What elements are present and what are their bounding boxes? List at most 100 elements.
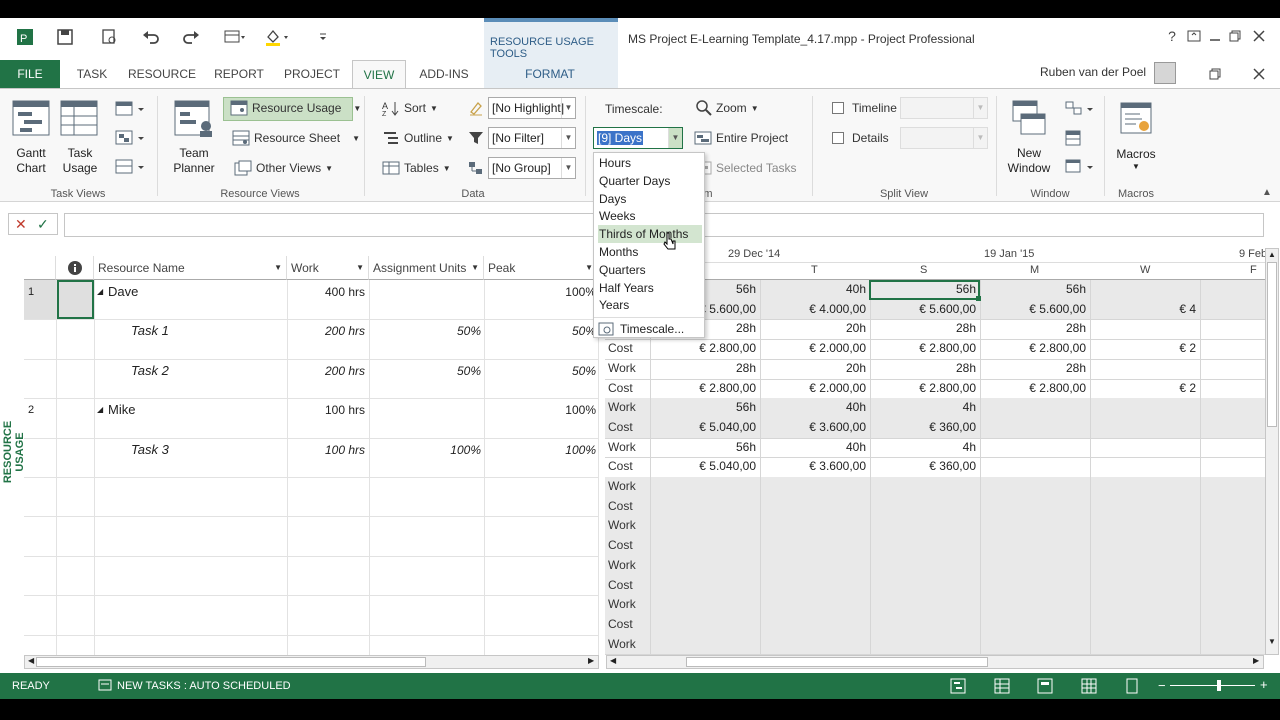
selected-tasks-button[interactable]: Selected Tasks [696,160,797,176]
resource-name-cell[interactable]: Dave [108,282,138,302]
select-all-corner[interactable] [24,256,56,280]
macros-icon[interactable] [1120,102,1152,139]
units-cell[interactable]: 50% [369,361,481,381]
units-cell[interactable] [369,400,481,420]
scroll-down-icon[interactable]: ▼ [1268,637,1276,646]
timescale-cell[interactable] [650,595,760,614]
timescale-cell[interactable] [1090,457,1200,476]
zoom-slider-track[interactable] [1170,685,1255,686]
chevron-down-icon[interactable]: ▼ [668,128,682,148]
timescale-cell[interactable] [760,615,870,634]
timescale-option[interactable]: Thirds of Months [598,225,702,244]
work-cell[interactable]: 100 hrs [287,440,365,460]
timescale-cell[interactable] [980,398,1090,417]
timescale-cell[interactable]: € 2.800,00 [650,339,760,358]
zoom-slider-thumb[interactable] [1217,680,1221,691]
avatar[interactable] [1154,62,1176,84]
timescale-option[interactable]: Hours [598,154,702,172]
timescale-cell[interactable] [650,556,760,575]
timescale-cell[interactable] [870,635,980,654]
new-window-button[interactable]: New Window [1004,146,1054,176]
timescale-cell[interactable] [760,595,870,614]
timescale-cell[interactable]: € 3.600,00 [760,457,870,476]
minimize-icon[interactable] [1204,26,1226,46]
sheet-scroll-thumb[interactable] [36,657,426,667]
tab-task[interactable]: TASK [70,60,114,88]
timescale-cell[interactable] [980,635,1090,654]
timescale-cell[interactable]: 28h [870,319,980,338]
timescale-dialog-item[interactable]: Timescale... [598,320,684,338]
timescale-cell[interactable] [760,536,870,555]
timescale-cell[interactable] [980,457,1090,476]
indicators-header[interactable] [56,256,94,280]
collapse-triangle-icon[interactable]: ◢ [97,282,103,302]
timescale-cell[interactable] [1090,477,1200,496]
timescale-cell[interactable] [980,516,1090,535]
timescale-cell[interactable] [980,615,1090,634]
timescale-cell[interactable] [870,536,980,555]
timescale-cell[interactable] [980,595,1090,614]
timescale-cell[interactable] [1090,398,1200,417]
tab-report[interactable]: REPORT [210,60,268,88]
details-dropdown[interactable]: ▼ [900,127,988,149]
timescale-cell[interactable] [870,556,980,575]
timescale-cell[interactable] [650,615,760,634]
group-dropdown[interactable]: [No Group] ▼ [488,157,576,179]
timescale-option[interactable]: Years [598,296,702,314]
task-usage-shortcut-icon[interactable] [994,678,1010,697]
work-cell[interactable]: 100 hrs [287,400,365,420]
timescale-cell[interactable] [980,418,1090,437]
doc-restore-icon[interactable] [1204,64,1226,84]
row-id[interactable]: 2 [28,400,52,420]
timescale-cell[interactable] [650,536,760,555]
timescale-cell[interactable] [870,516,980,535]
units-cell[interactable]: 100% [369,440,481,460]
timescale-cell[interactable]: € 2.800,00 [980,379,1090,398]
timescale-cell[interactable] [1090,497,1200,516]
gantt-chart-button[interactable]: Gantt Chart [10,146,52,176]
timescale-cell[interactable] [760,556,870,575]
peak-cell[interactable]: 50% [484,321,596,341]
save-icon[interactable] [52,24,78,50]
timescale-cell[interactable] [760,516,870,535]
units-cell[interactable] [369,282,481,302]
tab-format[interactable]: FORMAT [518,60,582,88]
macros-button[interactable]: Macros [1112,147,1160,161]
gantt-view-shortcut-icon[interactable] [950,678,966,697]
peak-cell[interactable]: 100% [484,282,596,302]
timescale-cell[interactable]: € 2.800,00 [980,339,1090,358]
customize-qat-icon[interactable] [310,24,336,50]
timescale-cell[interactable] [980,536,1090,555]
timescale-cell[interactable]: € 360,00 [870,457,980,476]
column-header-peak[interactable]: Peak ▼ [484,256,598,280]
timescale-cell[interactable]: € 5.040,00 [650,457,760,476]
timescale-cell[interactable]: 28h [980,319,1090,338]
timeline-dropdown[interactable]: ▼ [900,97,988,119]
timescale-cell[interactable]: 28h [650,359,760,378]
resource-name-cell[interactable]: Task 3 [131,440,169,460]
timescale-cell[interactable] [760,576,870,595]
task-usage-button[interactable]: Task Usage [58,146,102,176]
timescale-cell[interactable]: 28h [870,359,980,378]
scroll-left-icon[interactable]: ◀ [610,656,616,665]
timescale-cell[interactable] [760,477,870,496]
user-name[interactable]: Ruben van der Poel [1040,65,1146,79]
tab-file[interactable]: FILE [0,60,60,88]
timescale-option[interactable]: Days [598,190,702,208]
timescale-cell[interactable]: 4h [870,398,980,417]
fill-color-icon[interactable] [264,24,290,50]
peak-cell[interactable]: 50% [484,361,596,381]
timescale-cell[interactable]: 56h [980,280,1090,299]
row-id[interactable] [28,440,52,460]
timescale-cell[interactable]: 56h [650,438,760,457]
fill-handle[interactable] [976,296,981,301]
other-task-views-icon[interactable] [114,158,146,179]
timescale-cell[interactable]: € 2.800,00 [650,379,760,398]
resource-sheet-shortcut-icon[interactable] [1081,678,1097,697]
timescale-cell[interactable] [870,595,980,614]
tab-view[interactable]: VIEW [352,60,406,88]
scroll-right-icon[interactable]: ▶ [588,656,594,665]
column-header-assignment-units[interactable]: Assignment Units ▼ [369,256,484,280]
timescale-cell[interactable] [980,438,1090,457]
work-cell[interactable]: 200 hrs [287,321,365,341]
